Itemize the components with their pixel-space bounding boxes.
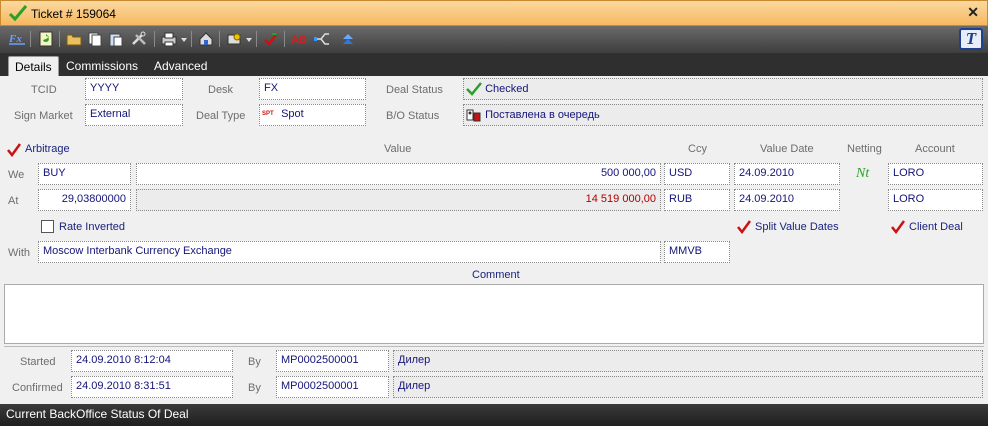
refresh-icon[interactable] — [37, 30, 55, 48]
status-bar: Current BackOffice Status Of Deal — [0, 404, 988, 426]
tab-strip: Details Commissions Advanced — [0, 53, 988, 76]
at-label: At — [8, 195, 19, 207]
value-column-header: Value — [384, 143, 412, 155]
arbitrage-label[interactable]: Arbitrage — [25, 143, 70, 155]
confirmed-time-field: 24.09.2010 8:31:51 — [71, 376, 233, 398]
rate-inverted-label[interactable]: Rate Inverted — [59, 221, 125, 233]
home-icon[interactable] — [197, 30, 215, 48]
toolbar-separator — [154, 31, 155, 47]
we-label: We — [8, 169, 25, 181]
bo-status-value: Поставлена в очередь — [485, 108, 600, 121]
sign-market-label: Sign Market — [14, 110, 73, 122]
comment-label: Comment — [472, 269, 520, 281]
split-value-dates-label[interactable]: Split Value Dates — [755, 221, 839, 233]
tools-icon[interactable] — [130, 30, 148, 48]
client-deal-check-icon[interactable] — [891, 220, 905, 234]
title-bar: Ticket # 159064 ✕ — [0, 0, 988, 26]
at-ccy-field[interactable]: RUB — [664, 189, 730, 211]
we-account-field[interactable]: LORO — [888, 163, 983, 185]
toolbar-separator — [219, 31, 220, 47]
started-by-label: By — [248, 356, 261, 368]
counterparty-code-field[interactable]: MMVB — [664, 241, 730, 263]
tab-details[interactable]: Details — [8, 56, 59, 76]
toolbar-separator — [59, 31, 60, 47]
settings-icon[interactable] — [225, 30, 243, 48]
fx-icon[interactable]: Fx — [8, 30, 26, 48]
check-icon[interactable] — [262, 30, 280, 48]
tab-advanced[interactable]: Advanced — [148, 56, 213, 76]
desk-field[interactable]: FX — [259, 78, 366, 100]
deal-status-field: Checked — [463, 78, 983, 100]
we-ccy-field[interactable]: USD — [664, 163, 730, 185]
rate-field[interactable]: 29,03800000 — [38, 189, 131, 211]
toolbar-separator — [191, 31, 192, 47]
settings-dropdown-icon[interactable] — [246, 38, 252, 42]
divider — [4, 346, 984, 347]
deal-type-label: Deal Type — [196, 110, 246, 122]
we-side-field[interactable]: BUY — [38, 163, 131, 185]
confirmed-by-role-field: Дилер — [393, 376, 983, 398]
tcid-field[interactable]: YYYY — [85, 78, 183, 100]
toolbar-separator — [30, 31, 31, 47]
confirmed-by-label: By — [248, 382, 261, 394]
open-folder-icon[interactable] — [65, 30, 83, 48]
comment-textarea[interactable] — [4, 284, 984, 344]
split-icon[interactable] — [313, 30, 331, 48]
netting-column-header: Netting — [847, 143, 882, 155]
account-column-header: Account — [915, 143, 955, 155]
sign-market-field[interactable]: External — [85, 104, 183, 126]
tcid-label: TCID — [31, 84, 57, 96]
checked-icon — [8, 5, 28, 22]
bo-status-field: Поставлена в очередь — [463, 104, 983, 126]
deal-status-value: Checked — [485, 82, 529, 95]
at-value-date-field[interactable]: 24.09.2010 — [734, 189, 840, 211]
toolbar: Fx AB T — [0, 26, 988, 53]
deal-type-value: Spot — [281, 108, 304, 120]
at-value-field: 14 519 000,00 — [136, 189, 661, 211]
at-account-field[interactable]: LORO — [888, 189, 983, 211]
started-time-field: 24.09.2010 8:12:04 — [71, 350, 233, 372]
value-date-column-header: Value Date — [760, 143, 814, 155]
close-button[interactable]: ✕ — [967, 4, 979, 21]
rate-inverted-checkbox[interactable] — [41, 220, 54, 233]
checked-icon — [466, 82, 482, 96]
tab-commissions[interactable]: Commissions — [60, 56, 144, 76]
svg-text:Fx: Fx — [8, 33, 22, 45]
spot-icon: SPT — [262, 111, 274, 118]
toolbar-separator — [284, 31, 285, 47]
counterparty-field[interactable]: Moscow Interbank Currency Exchange — [38, 241, 661, 263]
app-logo: T — [959, 28, 983, 50]
queue-icon — [466, 109, 481, 122]
ab-icon[interactable]: AB — [291, 30, 309, 48]
arbitrage-check-icon — [7, 143, 21, 157]
window-title: Ticket # 159064 — [31, 7, 116, 21]
started-by-role-field: Дилер — [393, 350, 983, 372]
toolbar-separator — [256, 31, 257, 47]
we-value-date-field[interactable]: 24.09.2010 — [734, 163, 840, 185]
split-value-dates-check-icon[interactable] — [737, 220, 751, 234]
with-label: With — [8, 247, 30, 259]
netting-indicator: Nt — [856, 166, 870, 181]
deal-type-field[interactable]: SPT Spot — [259, 104, 366, 126]
ccy-column-header: Ccy — [688, 143, 707, 155]
client-deal-label[interactable]: Client Deal — [909, 221, 963, 233]
deal-status-label: Deal Status — [386, 84, 443, 96]
we-value-field[interactable]: 500 000,00 — [136, 163, 661, 185]
copy-icon[interactable] — [86, 30, 104, 48]
started-label: Started — [20, 356, 56, 368]
confirmed-label: Confirmed — [12, 382, 63, 394]
started-by-id-field: MP0002500001 — [276, 350, 389, 372]
arrows-icon[interactable] — [339, 30, 357, 48]
svg-text:AB: AB — [291, 34, 307, 46]
print-dropdown-icon[interactable] — [181, 38, 187, 42]
desk-label: Desk — [208, 84, 234, 96]
bo-status-label: B/O Status — [386, 110, 440, 122]
paste-icon[interactable] — [107, 30, 125, 48]
confirmed-by-id-field: MP0002500001 — [276, 376, 389, 398]
print-icon[interactable] — [160, 30, 178, 48]
